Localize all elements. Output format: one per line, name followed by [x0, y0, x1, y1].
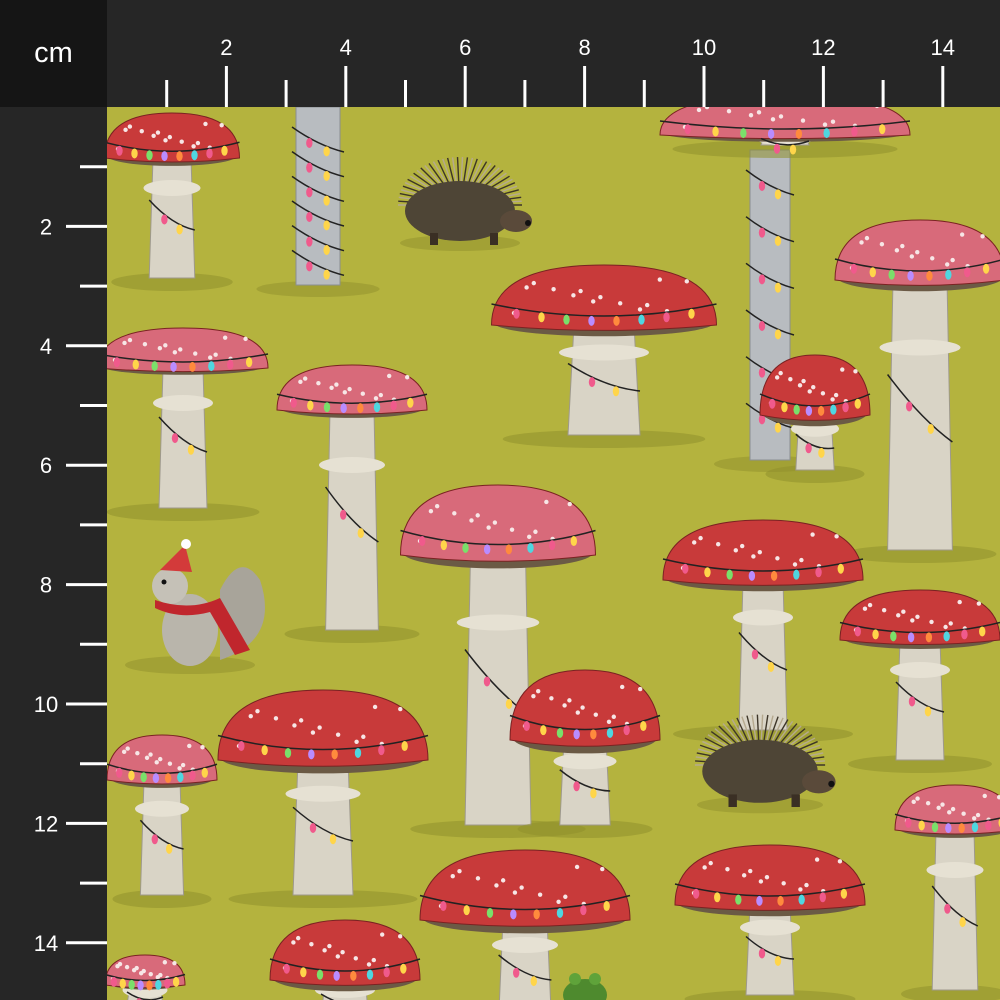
mushroom-pattern-image [107, 107, 1000, 1000]
ruler-vertical: 2 4 6 8 10 12 14 [0, 107, 107, 1000]
ruler-horizontal: 2 4 6 8 10 12 14 [107, 0, 1000, 107]
ruler-horizontal-svg: 2 4 6 8 10 12 14 [165, 35, 955, 107]
ruler-top-label: 12 [811, 35, 835, 60]
mushroom-icon [107, 734, 218, 908]
ruler-left-label: 4 [40, 334, 52, 359]
ruler-left-label: 10 [34, 692, 58, 717]
ruler-left-label: 8 [40, 573, 52, 598]
mushroom-icon [662, 519, 864, 743]
mushroom-icon [107, 954, 186, 1000]
mushroom-icon [107, 112, 241, 291]
frog-icon [563, 973, 607, 1000]
ruler-left-label: 6 [40, 453, 52, 478]
mushroom-stem-icon [256, 107, 380, 297]
fabric-swatch [107, 107, 1000, 1000]
porcupine-icon [398, 157, 532, 251]
mushroom-icon [269, 919, 421, 1000]
mushroom-icon [659, 107, 911, 158]
ruler-left-label: 12 [34, 811, 58, 836]
ruler-top-label: 8 [578, 35, 590, 60]
ruler-left-label: 14 [34, 931, 58, 956]
ruler-top-label: 4 [340, 35, 352, 60]
ruler-top-label: 14 [931, 35, 955, 60]
mushroom-icon [217, 689, 429, 908]
ruler-top-label: 2 [220, 35, 232, 60]
ruler-vertical-svg: 2 4 6 8 10 12 14 [34, 165, 107, 956]
ruler-left-label: 2 [40, 214, 52, 239]
ruler-top-label: 6 [459, 35, 471, 60]
mushroom-icon [490, 264, 718, 448]
squirrel-icon [125, 539, 265, 674]
mushroom-icon [509, 669, 661, 838]
ruler-top-label: 10 [692, 35, 716, 60]
mushroom-icon [107, 327, 269, 521]
mushroom-icon [839, 589, 1000, 773]
mushroom-icon [276, 364, 428, 643]
mushroom-icon [674, 844, 866, 1000]
unit-label: cm [0, 0, 107, 107]
mushroom-icon [894, 784, 1000, 1000]
